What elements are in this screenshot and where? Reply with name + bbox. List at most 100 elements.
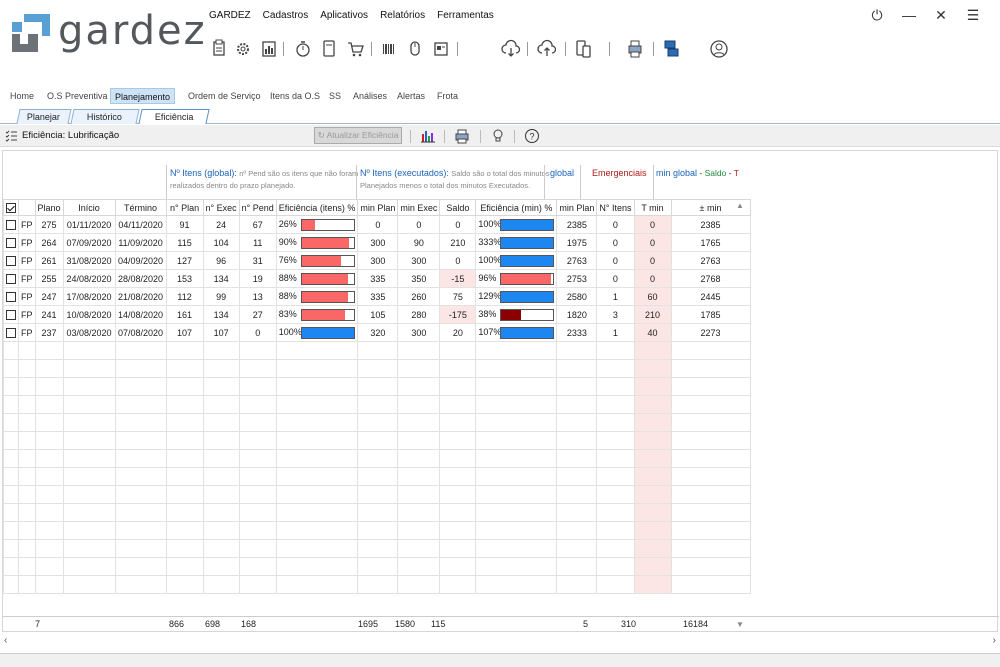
document-icon[interactable] [319, 38, 339, 60]
tab-home[interactable]: Home [6, 88, 38, 104]
row-checkbox[interactable] [6, 309, 16, 320]
row-select-cell[interactable] [3, 251, 19, 270]
empty-cell [202, 377, 240, 396]
mouse-icon[interactable] [405, 38, 425, 60]
row-eficiencia-itens-bar [300, 218, 355, 231]
clipboard-icon[interactable] [209, 38, 229, 60]
tab-planejamento[interactable]: Planejamento [110, 88, 176, 104]
printer-settings-icon[interactable] [625, 38, 645, 60]
table-row[interactable]: FP 237 03/08/2020 07/08/2020 107 107 0 100% 320 3… [3, 323, 751, 342]
subtab-historico[interactable]: Histórico [70, 109, 140, 124]
col-n-itens[interactable]: N° Itens [596, 199, 635, 216]
subtab-eficiencia[interactable]: Eficiência [138, 109, 210, 124]
tab-alertas[interactable]: Alertas [393, 88, 429, 104]
row-select-cell[interactable] [3, 233, 19, 252]
minimize-icon[interactable]: — [900, 6, 918, 24]
close-icon[interactable]: ✕ [932, 6, 950, 24]
row-select-cell[interactable] [3, 305, 19, 324]
refresh-efficiency-button[interactable]: ↻ Atualizar Eficiência [314, 127, 402, 144]
col-plano[interactable]: Plano [34, 199, 64, 216]
row-select-cell[interactable] [3, 323, 19, 342]
col-n-exec[interactable]: n° Exec [202, 199, 240, 216]
vertical-scrollbar[interactable]: ▲ ▼ [734, 199, 747, 631]
card-icon[interactable] [431, 38, 451, 60]
col-min-exec[interactable]: min Exec [397, 199, 441, 216]
scroll-up-icon[interactable]: ▲ [736, 201, 744, 210]
scroll-right-icon[interactable]: › [993, 635, 996, 646]
empty-cell [202, 359, 240, 378]
row-type: FP [18, 323, 36, 342]
bar-chart-icon[interactable] [420, 128, 436, 144]
row-checkbox[interactable] [6, 291, 16, 302]
row-select-cell[interactable] [3, 269, 19, 288]
tab-os-preventiva[interactable]: O.S Preventiva [43, 88, 112, 104]
empty-cell [165, 377, 204, 396]
cart-icon[interactable] [345, 38, 365, 60]
barcode-icon[interactable] [379, 38, 399, 60]
hamburger-menu-icon[interactable]: ☰ [964, 6, 982, 24]
col-saldo[interactable]: Saldo [439, 199, 477, 216]
total-min-plan: 1695 [358, 619, 379, 629]
tab-itens-da-os[interactable]: Itens da O.S [266, 88, 324, 104]
select-all-checkbox[interactable] [6, 202, 16, 213]
col-eficiencia-itens[interactable]: Eficiência (itens) % [275, 199, 359, 216]
subtab-planejar[interactable]: Planejar [16, 109, 72, 124]
tab-frota[interactable]: Frota [433, 88, 462, 104]
row-eficiencia-itens: 88% [275, 269, 359, 288]
col-termino[interactable]: Término [114, 199, 167, 216]
toolbar-separator [609, 42, 610, 56]
tab-ss[interactable]: SS [325, 88, 345, 104]
row-type: FP [18, 305, 36, 324]
report-icon[interactable] [259, 38, 279, 60]
power-icon[interactable]: ⏻ [868, 6, 886, 24]
row-checkbox[interactable] [6, 273, 16, 284]
lightbulb-icon[interactable] [490, 128, 506, 144]
row-eficiencia-itens: 26% [275, 215, 359, 234]
tab-ordem-de-servico[interactable]: Ordem de Serviço [184, 88, 265, 104]
menu-aplicativos[interactable]: Aplicativos [320, 10, 368, 21]
stopwatch-icon[interactable] [293, 38, 313, 60]
row-n-pend: 27 [238, 305, 277, 324]
col-t-min[interactable]: T min [633, 199, 672, 216]
tab-analises[interactable]: Análises [349, 88, 391, 104]
print-preview-icon[interactable] [454, 128, 470, 144]
row-checkbox[interactable] [6, 255, 16, 266]
col-inicio[interactable]: Início [62, 199, 116, 216]
horizontal-scrollbar[interactable]: ‹ › [0, 635, 1000, 649]
gear-icon[interactable] [233, 38, 253, 60]
help-icon[interactable]: ? [524, 128, 540, 144]
col-n-pend[interactable]: n° Pend [238, 199, 277, 216]
table-row[interactable]: FP 241 10/08/2020 14/08/2020 161 134 27 83% 105 2… [3, 305, 751, 324]
menu-gardez[interactable]: GARDEZ [209, 10, 251, 21]
user-icon[interactable] [709, 38, 731, 60]
menu-relatorios[interactable]: Relatórios [380, 10, 425, 21]
empty-cell [165, 341, 204, 360]
col-global-min-plan[interactable]: min Plan [556, 199, 598, 216]
col-n-plan[interactable]: n° Plan [165, 199, 204, 216]
cloud-upload-icon[interactable] [537, 38, 559, 60]
computer-group-icon[interactable] [661, 38, 681, 60]
col-min-plan[interactable]: min Plan [357, 199, 399, 216]
table-row[interactable]: FP 247 17/08/2020 21/08/2020 112 99 13 88% 335 26… [3, 287, 751, 306]
empty-cell [34, 449, 64, 468]
empty-cell [556, 431, 598, 450]
row-select-cell[interactable] [3, 215, 19, 234]
cloud-download-icon[interactable] [501, 38, 523, 60]
row-checkbox[interactable] [6, 219, 16, 230]
mobile-sync-icon[interactable] [573, 38, 593, 60]
row-select-cell[interactable] [3, 287, 19, 306]
col-eficiencia-min[interactable]: Eficiência (min) % [475, 199, 558, 216]
table-row[interactable]: FP 275 01/11/2020 04/11/2020 91 24 67 26% 0 0 0 100… [3, 215, 751, 234]
empty-cell [596, 341, 635, 360]
table-row[interactable]: FP 261 31/08/2020 04/09/2020 127 96 31 76% 300 30… [3, 251, 751, 270]
row-checkbox[interactable] [6, 327, 16, 338]
scroll-left-icon[interactable]: ‹ [4, 635, 7, 646]
menu-ferramentas[interactable]: Ferramentas [437, 10, 494, 21]
table-row[interactable]: FP 264 07/09/2020 11/09/2020 115 104 11 90% 300 9… [3, 233, 751, 252]
row-eficiencia-itens-bar [300, 326, 355, 339]
menu-cadastros[interactable]: Cadastros [263, 10, 309, 21]
row-checkbox[interactable] [6, 237, 16, 248]
select-all-column[interactable] [3, 199, 19, 216]
subtab-eficiencia-label: Eficiência [154, 112, 194, 122]
table-row[interactable]: FP 255 24/08/2020 28/08/2020 153 134 19 88% 335 3… [3, 269, 751, 288]
